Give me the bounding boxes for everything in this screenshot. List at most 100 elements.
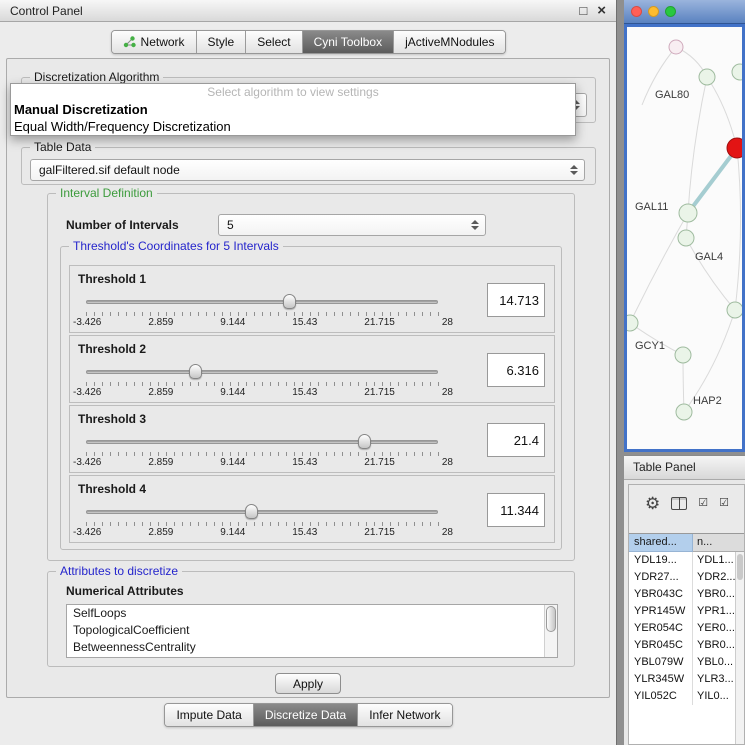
network-node[interactable] [727,302,742,318]
close-icon[interactable]: × [597,3,606,18]
table-data-group: Table Data galFiltered.sif default node [21,147,596,185]
table-cell[interactable]: YER054C [629,620,693,637]
slider-track[interactable] [86,370,438,374]
stepper-icon[interactable] [470,220,480,230]
tab-infer-network[interactable]: Infer Network [358,704,451,726]
column-header-shared-name[interactable]: shared... [629,534,693,552]
tab-discretize-data[interactable]: Discretize Data [254,704,358,726]
scale-tick-label: 21.715 [364,527,395,538]
dropdown-option-manual-discretization[interactable]: Manual Discretization [11,101,575,118]
table-cell[interactable]: YBL079W [629,654,693,671]
list-scrollbar[interactable] [544,605,557,657]
network-node[interactable] [732,64,742,80]
table-cell[interactable]: YBR045C [629,637,693,654]
threshold-3-slider[interactable] [86,434,438,450]
node-label-gal80: GAL80 [655,89,689,101]
network-icon [123,36,136,48]
network-node[interactable] [669,40,683,54]
table-cell[interactable]: YDR27... [629,569,693,586]
float-window-icon[interactable]: □ [579,4,587,17]
threshold-2-slider[interactable] [86,364,438,380]
network-node[interactable] [676,404,692,420]
table-row[interactable]: YDR27... YDR2... [629,569,744,586]
table-cell[interactable]: YPR145W [629,603,693,620]
table-row[interactable]: YER054C YER0... [629,620,744,637]
network-node[interactable] [679,204,697,222]
threshold-3-panel: Threshold 3 -3.426 2.859 9.144 15.43 21.… [69,405,555,473]
tab-jactivemnodules[interactable]: jActiveMNodules [394,31,505,53]
zoom-traffic-light-icon[interactable] [665,6,676,17]
checkbox-icon[interactable]: ☑ [698,498,708,509]
scrollbar-thumb[interactable] [546,606,556,632]
table-row[interactable]: YDL19... YDL1... [629,552,744,569]
slider-thumb[interactable] [358,434,371,449]
scale-tick-label: -3.426 [73,457,101,468]
tab-impute-data[interactable]: Impute Data [165,704,253,726]
scale-tick-label: 2.859 [148,387,173,398]
table-header-row: shared... n... [629,534,744,552]
threshold-1-value[interactable]: 14.713 [487,283,545,317]
list-item[interactable]: BetweennessCentrality [67,639,557,656]
stepper-icon[interactable] [569,165,579,175]
threshold-1-panel: Threshold 1 -3.426 2.859 9.144 15.43 21.… [69,265,555,333]
table-cell[interactable]: YDL19... [629,552,693,569]
slider-ticks [86,382,439,386]
numerical-attributes-list[interactable]: SelfLoops TopologicalCoefficient Between… [66,604,558,658]
network-node[interactable] [675,347,691,363]
threshold-4-slider[interactable] [86,504,438,520]
network-node[interactable] [678,230,694,246]
scale-tick-label: -3.426 [73,527,101,538]
slider-ticks [86,522,439,526]
gear-icon[interactable]: ⚙ [645,495,660,512]
list-item[interactable]: TopologicalCoefficient [67,622,557,639]
table-cell[interactable]: YLR345W [629,671,693,688]
cyni-toolbox-panel: Discretization Algorithm Table Data galF… [6,58,610,698]
dropdown-option-equal-width-frequency[interactable]: Equal Width/Frequency Discretization [11,118,575,135]
tab-cyni-toolbox[interactable]: Cyni Toolbox [303,31,394,53]
table-row[interactable]: YPR145W YPR1... [629,603,744,620]
slider-thumb[interactable] [245,504,258,519]
checkbox-icon[interactable]: ☑ [719,498,729,509]
table-row[interactable]: YBR045C YBR0... [629,637,744,654]
slider-thumb[interactable] [189,364,202,379]
threshold-1-slider[interactable] [86,294,438,310]
table-row[interactable]: YBR043C YBR0... [629,586,744,603]
apply-button[interactable]: Apply [275,673,341,694]
network-canvas[interactable]: GAL80 GAL11 GAL4 GCY1 HAP2 [624,24,745,452]
network-node[interactable] [627,315,638,331]
tab-select[interactable]: Select [246,31,302,53]
discretization-algorithm-label: Discretization Algorithm [30,70,163,84]
slider-track[interactable] [86,440,438,444]
table-data-combobox[interactable]: galFiltered.sif default node [30,159,585,181]
arrow-up-icon [570,165,578,169]
threshold-4-value[interactable]: 11.344 [487,493,545,527]
threshold-3-value[interactable]: 21.4 [487,423,545,457]
network-node[interactable] [699,69,715,85]
list-item[interactable]: SelfLoops [67,605,557,622]
columns-icon[interactable] [671,497,687,510]
table-scrollbar[interactable] [735,552,744,744]
slider-thumb[interactable] [283,294,296,309]
slider-track[interactable] [86,510,438,514]
selected-red-node[interactable] [727,138,742,158]
close-traffic-light-icon[interactable] [631,6,642,17]
tab-network[interactable]: Network [112,31,197,53]
slider-track[interactable] [86,300,438,304]
tab-infer-network-label: Infer Network [369,708,440,722]
table-cell[interactable]: YIL052C [629,688,693,705]
network-view-window: GAL80 GAL11 GAL4 GCY1 HAP2 [624,0,745,452]
table-row[interactable]: YLR345W YLR3... [629,671,744,688]
column-header-name[interactable]: n... [693,534,744,552]
scrollbar-thumb[interactable] [737,554,743,580]
minimize-traffic-light-icon[interactable] [648,6,659,17]
table-data-label: Table Data [30,140,95,154]
table-row[interactable]: YBL079W YBL0... [629,654,744,671]
table-row[interactable]: YIL052C YIL0... [629,688,744,705]
number-of-intervals-combobox[interactable]: 5 [218,214,486,236]
table-panel-body: ⚙ ☑ ☑ shared... n... YDL19... YDL1... YD… [628,484,745,745]
threshold-4-label: Threshold 4 [78,482,146,496]
highlighted-edge[interactable] [688,148,737,213]
table-cell[interactable]: YBR043C [629,586,693,603]
tab-style[interactable]: Style [197,31,247,53]
threshold-2-value[interactable]: 6.316 [487,353,545,387]
